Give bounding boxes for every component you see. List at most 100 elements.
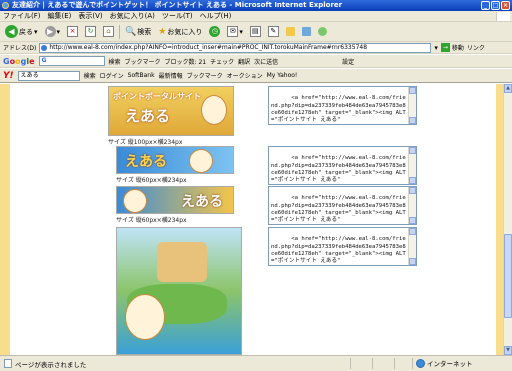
search-button[interactable]: 🔍 検索 xyxy=(123,24,153,40)
google-block-count[interactable]: ブロック数: 21 xyxy=(165,57,207,66)
yahoo-softbank-button[interactable]: SoftBank xyxy=(128,72,155,79)
history-icon: ◷ xyxy=(209,26,221,37)
textarea-scrollbar[interactable] xyxy=(408,147,416,184)
status-divider xyxy=(350,358,351,369)
stop-button[interactable]: × xyxy=(65,24,80,40)
links-button[interactable]: リンク xyxy=(467,43,485,52)
scroll-up-button[interactable]: ▲ xyxy=(504,84,512,93)
address-label: アドレス(D) xyxy=(3,45,37,52)
google-toolbar: Google G 検索 ブックマーク ブロック数: 21 チェック 翻訳 次に送… xyxy=(0,55,512,68)
yahoo-login-button[interactable]: ログイン xyxy=(100,71,124,80)
banner-image-60-a: えある xyxy=(116,146,234,174)
standard-toolbar: ◀ 戻る ▾ ▶ ▾ × ↻ ⌂ 🔍 検索 ★ お気に入り ◷ ✉ ▾ ▤ ✎ xyxy=(0,22,512,42)
banner-image-60-b: えある xyxy=(116,186,234,214)
edit-icon: ✎ xyxy=(267,26,279,37)
banner-image-100: ポイントポータルサイト えある xyxy=(108,86,234,136)
banner-code-textarea[interactable]: <a href="http://www.eal-8.com/friend.php… xyxy=(268,146,417,185)
address-url: http://www.eal-8.com/index.php?AINFO=int… xyxy=(49,43,368,51)
close-button[interactable]: × xyxy=(501,1,510,10)
menu-view[interactable]: 表示(V) xyxy=(78,11,102,21)
banner-code-text: <a href="http://www.eal-8.com/friend.php… xyxy=(271,95,406,124)
yahoo-search-button[interactable]: 検索 xyxy=(84,71,96,80)
menu-file[interactable]: ファイル(F) xyxy=(3,11,41,21)
page-body: ポイントポータルサイト えある サイズ 縦100px×横234px <a hre… xyxy=(10,84,496,355)
textarea-scrollbar[interactable] xyxy=(408,187,416,224)
banner-code-textarea[interactable]: <a href="http://www.eal-8.com/friend.php… xyxy=(268,86,417,125)
textarea-scrollbar[interactable] xyxy=(408,228,416,265)
status-divider xyxy=(394,358,395,369)
minimize-button[interactable]: _ xyxy=(481,1,490,10)
back-button[interactable]: ◀ 戻る ▾ xyxy=(3,24,40,40)
textarea-scrollbar[interactable] xyxy=(408,87,416,124)
google-translate-button[interactable]: 翻訳 xyxy=(238,57,250,66)
chevron-down-icon: ▾ xyxy=(56,27,61,36)
home-button[interactable]: ⌂ xyxy=(101,24,116,40)
google-bookmark-button[interactable]: ブックマーク xyxy=(125,57,161,66)
banner-size-label: サイズ 縦60px×横234px xyxy=(116,217,187,224)
globe-icon xyxy=(416,358,425,368)
search-label: 検索 xyxy=(137,27,152,36)
ie-app-icon xyxy=(2,2,9,9)
google-search-button[interactable]: 検索 xyxy=(109,57,121,66)
page-scrollbar[interactable]: ▲ ▼ xyxy=(503,84,512,355)
banner-title: ポイントポータルサイト xyxy=(113,92,201,101)
yahoo-news-button[interactable]: 最新情報 xyxy=(159,71,183,80)
go-label: 移動 xyxy=(451,45,464,52)
angel-mascot-icon xyxy=(201,95,227,125)
forward-button[interactable]: ▶ ▾ xyxy=(43,24,63,40)
yahoo-logo[interactable]: Y! xyxy=(3,71,14,81)
google-send-button[interactable]: 次に送信 xyxy=(254,57,278,66)
home-icon: ⌂ xyxy=(103,26,115,37)
yahoo-my-yahoo-button[interactable]: My Yahoo! xyxy=(267,72,298,79)
banner-code-text: <a href="http://www.eal-8.com/friend.php… xyxy=(271,155,406,184)
angel-mascot-icon xyxy=(189,149,213,173)
google-logo: Google xyxy=(3,56,35,66)
refresh-icon: ↻ xyxy=(85,26,97,37)
edit-button[interactable]: ✎ xyxy=(266,24,281,40)
favorites-label: お気に入り xyxy=(167,27,203,36)
star-icon: ★ xyxy=(158,26,167,37)
history-button[interactable]: ◷ xyxy=(207,24,222,40)
refresh-button[interactable]: ↻ xyxy=(83,24,98,40)
favorites-button[interactable]: ★ お気に入り xyxy=(156,24,204,40)
back-arrow-icon: ◀ xyxy=(5,25,18,38)
print-button[interactable]: ▤ xyxy=(248,24,263,40)
google-check-button[interactable]: チェック xyxy=(210,57,234,66)
go-button[interactable]: → 移動 xyxy=(440,43,464,52)
scroll-thumb[interactable] xyxy=(504,234,512,318)
google-search-input[interactable]: G xyxy=(38,56,105,66)
menu-tools[interactable]: ツール(T) xyxy=(162,11,193,21)
menu-bar: ファイル(F) 編集(E) 表示(V) お気に入り(A) ツール(T) ヘルプ(… xyxy=(0,11,512,22)
mail-button[interactable]: ✉ ▾ xyxy=(225,24,245,40)
google-search-value: G xyxy=(41,57,47,64)
yahoo-search-input[interactable]: えある xyxy=(17,70,80,81)
banner-logo-text: えある xyxy=(181,194,223,210)
address-input[interactable]: http://www.eal-8.com/index.php?AINFO=int… xyxy=(39,42,432,53)
folder-button[interactable] xyxy=(284,24,297,40)
banner-code-text: <a href="http://www.eal-8.com/friend.php… xyxy=(271,236,406,265)
messenger-button[interactable] xyxy=(316,24,329,40)
google-settings-button[interactable]: 設定 xyxy=(342,57,354,66)
print-icon: ▤ xyxy=(249,26,261,37)
banner-size-label: サイズ 縦60px×横234px xyxy=(116,177,187,184)
maximize-button[interactable]: □ xyxy=(491,1,500,10)
chevron-down-icon[interactable]: ▾ xyxy=(434,44,438,52)
menu-favorites[interactable]: お気に入り(A) xyxy=(110,11,155,21)
discuss-button[interactable] xyxy=(300,24,313,40)
scroll-down-button[interactable]: ▼ xyxy=(504,346,512,355)
security-zone[interactable]: インターネット xyxy=(416,358,473,368)
banner-image-large xyxy=(116,227,242,355)
menu-help[interactable]: ヘルプ(H) xyxy=(200,11,232,21)
yahoo-toolbar: Y! えある 検索 ログイン SoftBank 最新情報 ブックマーク オークシ… xyxy=(0,69,512,83)
banner-code-textarea[interactable]: <a href="http://www.eal-8.com/friend.php… xyxy=(268,186,417,225)
window-title: 友達紹介 | えあるで遊んでポイントゲット！ ポイントサイト えある - Mic… xyxy=(12,1,343,9)
search-icon: 🔍 xyxy=(125,26,137,37)
page-icon xyxy=(4,359,12,368)
windows-logo-icon xyxy=(496,12,510,21)
banner-code-textarea[interactable]: <a href="http://www.eal-8.com/friend.php… xyxy=(268,227,417,266)
yahoo-bookmark-button[interactable]: ブックマーク xyxy=(187,71,223,80)
menu-edit[interactable]: 編集(E) xyxy=(48,11,72,21)
yahoo-auction-button[interactable]: オークション xyxy=(227,71,263,80)
messenger-icon xyxy=(317,27,327,36)
window-title-bar[interactable]: 友達紹介 | えあるで遊んでポイントゲット！ ポイントサイト えある - Mic… xyxy=(0,0,512,11)
